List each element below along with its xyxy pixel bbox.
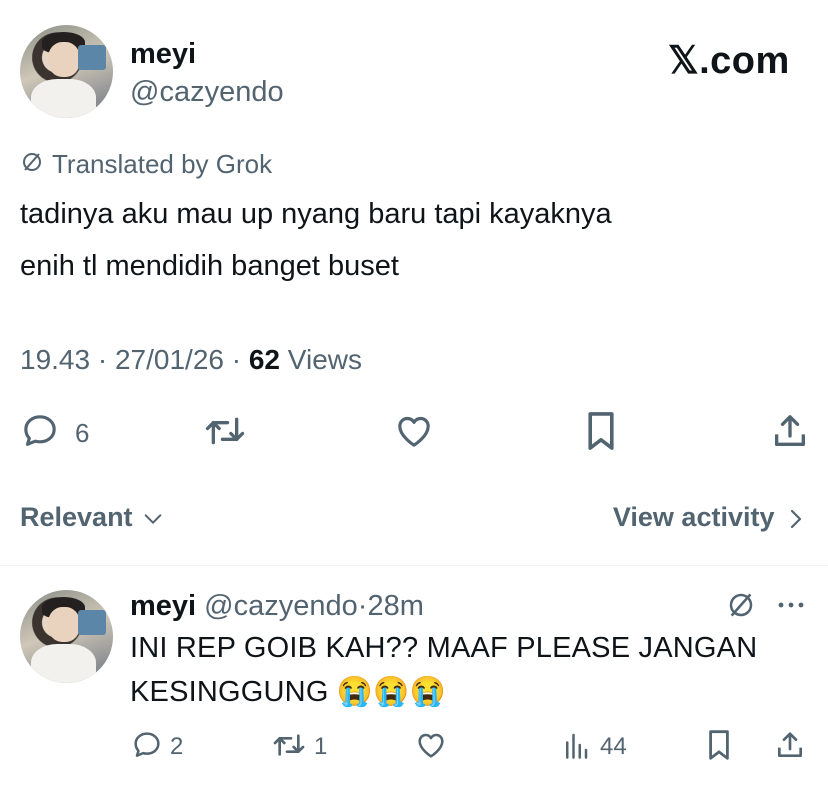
avatar-shirt	[31, 643, 97, 683]
views-icon[interactable]	[562, 730, 590, 760]
avatar-face	[47, 606, 80, 643]
like-icon[interactable]	[414, 729, 448, 761]
tweet-text: tadinya aku mau up nyang baru tapi kayak…	[20, 188, 810, 292]
avatar-sign	[77, 610, 106, 635]
reply-author-name[interactable]: meyi	[130, 590, 196, 622]
tweet-text-line: tadinya aku mau up nyang baru tapi kayak…	[20, 198, 612, 230]
share-icon[interactable]	[774, 728, 806, 762]
views-label: Views	[287, 344, 362, 375]
reply-text-line: INI REP GOIB KAH?? MAAF PLEASE JANGAN	[130, 632, 758, 664]
reply-icon[interactable]	[130, 729, 164, 761]
translate-icon[interactable]	[726, 590, 756, 620]
author-name[interactable]: meyi	[130, 40, 196, 69]
chevron-down-icon	[142, 508, 164, 530]
repost-icon[interactable]	[270, 729, 308, 761]
sort-label: Relevant	[20, 502, 133, 532]
repost-icon[interactable]	[203, 411, 247, 451]
sort-dropdown[interactable]: Relevant	[20, 502, 164, 533]
tweet-date[interactable]: 27/01/26	[115, 344, 224, 375]
bookmark-icon[interactable]	[705, 728, 733, 762]
reply-text-line: KESINGGUNG 😭😭😭	[130, 676, 446, 708]
reply-author-handle[interactable]: @cazyendo	[204, 590, 358, 622]
avatar-shirt	[31, 78, 97, 118]
views-count: 62	[248, 344, 281, 375]
chevron-right-icon	[786, 507, 806, 531]
view-activity-label: View activity	[612, 502, 775, 532]
x-logo: 𝕏.com	[668, 40, 790, 82]
more-icon[interactable]	[776, 598, 806, 612]
views-count: 44	[600, 733, 627, 760]
divider	[0, 565, 828, 566]
tweet-text-line: enih tl mendidih banget buset	[20, 250, 399, 282]
translated-label[interactable]: Translated by Grok	[52, 149, 272, 180]
reply-count: 2	[170, 733, 184, 760]
tweet-meta: 19.43 · 27/01/26 · 62 Views	[20, 344, 362, 376]
share-icon[interactable]	[770, 410, 810, 452]
reply-count: 6	[75, 418, 90, 448]
bookmark-icon[interactable]	[583, 409, 619, 453]
like-icon[interactable]	[393, 411, 435, 451]
author-avatar[interactable]	[20, 25, 113, 118]
separator-dot: ·	[231, 344, 242, 375]
translate-icon	[20, 150, 44, 174]
reply-age[interactable]: 28m	[367, 590, 423, 622]
separator-dot: ·	[357, 590, 368, 622]
repost-count: 1	[314, 733, 328, 760]
reply-avatar[interactable]	[20, 590, 113, 683]
reply-text: INI REP GOIB KAH?? MAAF PLEASE JANGAN KE…	[130, 626, 810, 714]
reply-header: meyi @cazyendo·28m	[130, 590, 424, 623]
avatar-sign	[77, 45, 106, 70]
avatar-face	[47, 41, 80, 78]
tweet-time[interactable]: 19.43	[20, 344, 90, 375]
separator-dot: ·	[97, 344, 108, 375]
author-handle[interactable]: @cazyendo	[130, 78, 284, 107]
reply-icon[interactable]	[20, 411, 60, 451]
view-activity-link[interactable]: View activity	[613, 502, 806, 533]
